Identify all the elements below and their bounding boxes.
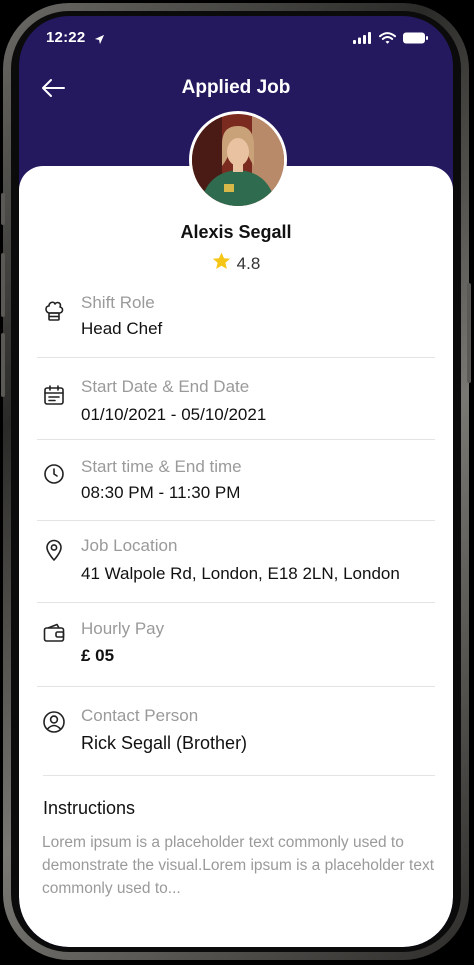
divider <box>37 357 435 358</box>
detail-value: £ 05 <box>81 646 115 665</box>
divider <box>43 775 435 776</box>
user-circle-icon <box>42 710 66 734</box>
detail-label: Job Location <box>81 536 178 555</box>
wallet-icon <box>42 621 66 645</box>
status-bar: 12:22 <box>19 16 453 60</box>
divider <box>37 520 435 521</box>
detail-label: Start time & End time <box>81 457 242 476</box>
calendar-icon <box>42 383 66 407</box>
volume-down-button <box>1 333 5 397</box>
detail-value: 08:30 PM - 11:30 PM <box>81 483 241 502</box>
star-icon <box>212 252 231 275</box>
divider <box>37 686 435 687</box>
status-time: 12:22 <box>46 29 86 46</box>
mute-switch <box>1 193 5 225</box>
detail-label: Hourly Pay <box>81 619 165 638</box>
status-icons <box>353 31 429 49</box>
detail-label: Shift Role <box>81 293 155 312</box>
job-detail-card <box>19 166 453 947</box>
page-title: Applied Job <box>181 77 291 98</box>
detail-label: Start Date & End Date <box>81 377 250 396</box>
instructions-title: Instructions <box>43 798 136 818</box>
power-button <box>467 283 471 383</box>
signal-icon <box>353 31 372 49</box>
divider <box>37 602 435 603</box>
location-arrow-icon <box>94 32 105 50</box>
profile-name: Alexis Segall <box>180 222 292 242</box>
wifi-icon <box>379 31 396 49</box>
divider <box>37 439 435 440</box>
clock-icon <box>42 462 66 486</box>
detail-value: 01/10/2021 - 05/10/2021 <box>81 405 267 424</box>
detail-value: Head Chef <box>81 319 163 338</box>
rating-value: 4.8 <box>236 253 261 273</box>
detail-label: Contact Person <box>81 706 199 725</box>
chef-hat-icon <box>42 299 66 323</box>
location-pin-icon <box>42 538 66 562</box>
volume-up-button <box>1 253 5 317</box>
app-header: Applied Job <box>19 60 453 116</box>
profile-rating: 4.8 <box>19 252 453 275</box>
battery-icon <box>403 31 429 49</box>
avatar <box>189 111 287 209</box>
detail-value: 41 Walpole Rd, London, E18 2LN, London <box>81 564 400 583</box>
detail-value: Rick Segall (Brother) <box>81 733 248 753</box>
instructions-text: Lorem ipsum is a placeholder text common… <box>42 834 435 897</box>
app-screen: 12:22 Applied Job Alexis Segall 4.8 Shif… <box>19 16 453 947</box>
